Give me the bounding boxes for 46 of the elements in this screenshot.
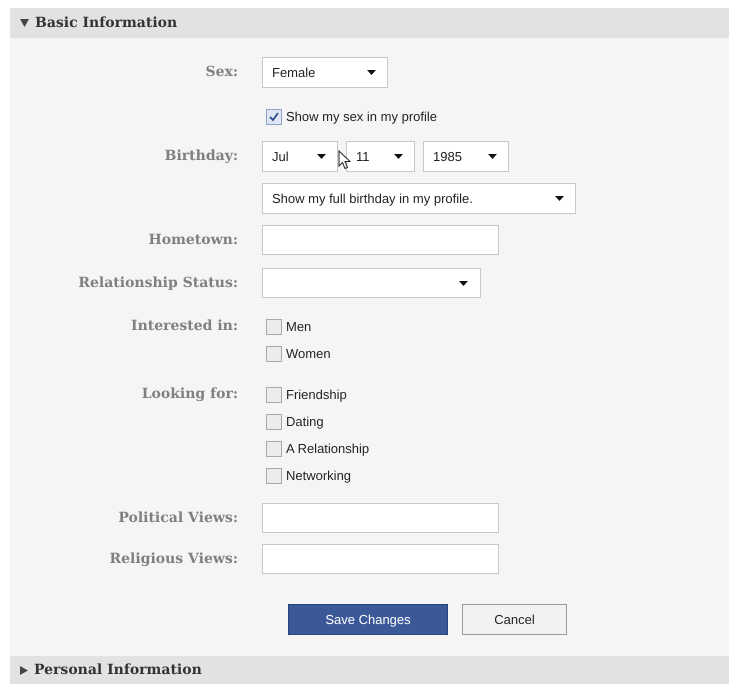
checkbox-label: Networking (286, 466, 352, 485)
cancel-button[interactable]: Cancel (462, 604, 567, 635)
checkbox-label: Men (286, 318, 312, 336)
field-label: Birthday: (164, 147, 238, 166)
caret-icon (459, 280, 468, 286)
section-title: Basic Information (35, 14, 178, 32)
caret-icon (555, 196, 564, 201)
section-header[interactable]: Personal Information (10, 656, 729, 684)
dropdown[interactable]: Jul (262, 141, 338, 172)
checkbox[interactable] (266, 414, 282, 430)
input-field[interactable] (262, 225, 499, 255)
input-field[interactable] (262, 503, 499, 533)
checkbox[interactable] (266, 468, 282, 484)
cursor-icon (338, 150, 351, 170)
field-label: Relationship Status: (78, 274, 238, 293)
caret-icon (394, 154, 403, 159)
expand-triangle-icon (20, 666, 28, 674)
caret-icon (367, 70, 376, 75)
checkbox-label: Women (286, 344, 331, 363)
checkbox[interactable] (266, 386, 282, 402)
field-label: Political Views: (118, 509, 238, 528)
checkbox-label: Friendship (286, 386, 347, 404)
field-label: Hometown: (148, 231, 238, 250)
checkbox-label: Show my sex in my profile (286, 108, 437, 126)
section-header[interactable]: Basic Information (10, 8, 729, 38)
checkbox[interactable] (266, 318, 282, 334)
dropdown[interactable]: Female (262, 57, 388, 88)
dropdown[interactable] (262, 268, 481, 298)
collapse-triangle-icon (20, 19, 29, 27)
field-label: Sex: (205, 63, 238, 82)
field-label: Interested in: (131, 317, 238, 336)
caret-icon (488, 154, 497, 159)
checkbox[interactable] (266, 440, 282, 456)
checkbox[interactable] (266, 346, 282, 362)
dropdown[interactable]: 11 (346, 141, 415, 172)
checkbox[interactable] (266, 108, 282, 124)
caret-icon (317, 154, 326, 159)
checkbox-label: A Relationship (286, 440, 370, 458)
field-label: Religious Views: (109, 550, 238, 569)
input-field[interactable] (262, 544, 499, 574)
field-label: Looking for: (142, 385, 238, 404)
section-title: Personal Information (34, 660, 202, 680)
dropdown[interactable]: 1985 (423, 141, 509, 172)
checkbox-label: Dating (286, 412, 324, 431)
dropdown[interactable]: Show my full birthday in my profile. (262, 183, 576, 214)
save-button[interactable]: Save Changes (288, 604, 448, 635)
